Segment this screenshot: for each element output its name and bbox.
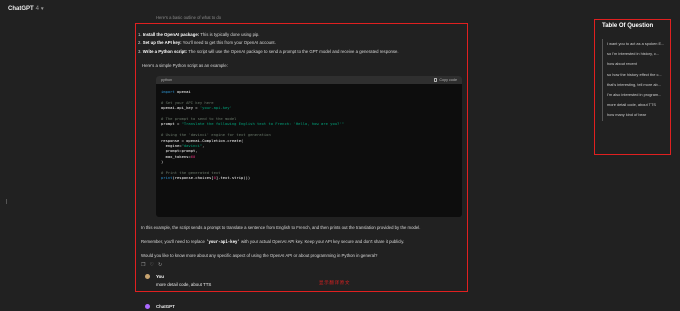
inline-code: 'your-api-key' [206, 239, 240, 244]
code-token: "Translate the following English text to… [181, 121, 344, 127]
clipboard-icon [433, 78, 438, 82]
intro-text: Here's a simple Python script as an exam… [142, 63, 228, 68]
code-token: "davinci" [181, 142, 203, 148]
assistant-name: ChatGPT [156, 304, 175, 309]
step-title: Set up the API key: [142, 40, 182, 46]
list-item: 2. Set up the API key: You'll need to ge… [138, 39, 468, 47]
toc-list: I want you to act as a spoken E... so I'… [602, 39, 668, 121]
toc-item[interactable]: how many kind of bear [603, 110, 668, 120]
previous-text: Here's a basic outline of what to do [156, 15, 222, 20]
code-token: import [161, 89, 175, 94]
code-token: max_tokens= [161, 153, 191, 159]
code-token: ) [161, 159, 164, 165]
step-text: You'll need to get this from your OpenAI… [181, 40, 276, 46]
show-original-link[interactable]: 显示翻译原文 [319, 280, 350, 286]
code-token: 60 [190, 153, 196, 159]
code-token: engine= [161, 142, 182, 148]
list-item: 1. Install the OpenAI package: This is t… [138, 31, 468, 39]
toc-item[interactable]: more detail code, about TTS [603, 100, 668, 110]
api-key-note-after: with your actual OpenAI API key. Keep yo… [239, 239, 405, 244]
code-token: , [202, 142, 205, 148]
toc-item[interactable]: so how the history effect the c... [603, 70, 668, 80]
copy-code-button[interactable]: Copy code [433, 78, 457, 82]
code-token: response = openai.Completion.create( [161, 137, 244, 143]
code-token: print [161, 175, 173, 181]
message-actions: ❐ ♡ ↻ [141, 262, 162, 268]
toc-item[interactable]: that's interesting, tell more ab... [603, 80, 668, 90]
toc-item[interactable]: how about recent [603, 59, 668, 69]
step-number: 2. [138, 40, 142, 46]
list-item: 3. Write a Python script: The script wil… [138, 48, 468, 56]
code-token: # Set your API key here [161, 99, 214, 105]
steps-list: 1. Install the OpenAI package: This is t… [138, 31, 468, 56]
api-key-note-before: Remember, you'll need to replace [141, 239, 207, 244]
code-language: python [161, 78, 173, 82]
toc-item[interactable]: I want you to act as a spoken E... [603, 39, 668, 49]
code-block: python Copy code import openai # Set your… [156, 76, 462, 217]
code-token: openai.api_key = [161, 105, 200, 111]
code-token: # Print the generated text [161, 169, 221, 175]
sidebar-toggle-handle[interactable] [6, 199, 7, 204]
toc-item[interactable]: I'm also interested in program... [603, 90, 668, 100]
code-token: 'your-api-key' [199, 105, 232, 111]
code-token: openai [174, 89, 191, 94]
code-token: (response.choices[ [172, 175, 214, 181]
chevron-down-icon: ▾ [41, 6, 44, 12]
code-body[interactable]: import openai # Set your API key here open… [156, 84, 462, 181]
user-message: more detail code, about TTS [156, 282, 212, 287]
toc-item[interactable]: so I'm interested in history, c... [603, 49, 668, 59]
code-token: # The prompt to send to the model [161, 115, 237, 121]
regenerate-icon[interactable]: ↻ [158, 262, 162, 268]
step-text: This is typically done using pip. [199, 32, 260, 37]
follow-up-question: Would you like to know more about any sp… [141, 253, 378, 258]
copy-icon[interactable]: ❐ [141, 262, 145, 268]
model-name: ChatGPT [8, 6, 34, 12]
model-version: 4 [35, 6, 40, 12]
step-title: Install the OpenAI package: [142, 32, 200, 37]
code-header: python Copy code [156, 76, 462, 84]
toc-title: Table Of Question [602, 23, 654, 29]
code-token: ].text.strip()) [215, 175, 251, 181]
code-token: prompt = [161, 121, 182, 127]
step-text: The script will use the OpenAI package t… [187, 48, 399, 54]
model-switcher[interactable]: ChatGPT 4 ▾ [8, 6, 44, 12]
code-token: # Using the 'davinci' engine for text ge… [161, 132, 271, 138]
explanation-text: In this example, the script sends a prom… [141, 225, 421, 230]
step-number: 3. [138, 48, 142, 54]
code-line: print(response.choices[0].text.strip()) [161, 175, 457, 180]
user-name: You [156, 274, 164, 279]
avatar [145, 274, 150, 279]
copy-code-label: Copy code [439, 78, 457, 82]
code-token: prompt=prompt, [161, 148, 198, 154]
api-key-note: Remember, you'll need to replace 'your-a… [141, 239, 404, 244]
step-title: Write a Python script: [142, 48, 188, 54]
like-icon[interactable]: ♡ [149, 262, 153, 268]
step-number: 1. [138, 32, 142, 37]
assistant-avatar [145, 304, 150, 309]
